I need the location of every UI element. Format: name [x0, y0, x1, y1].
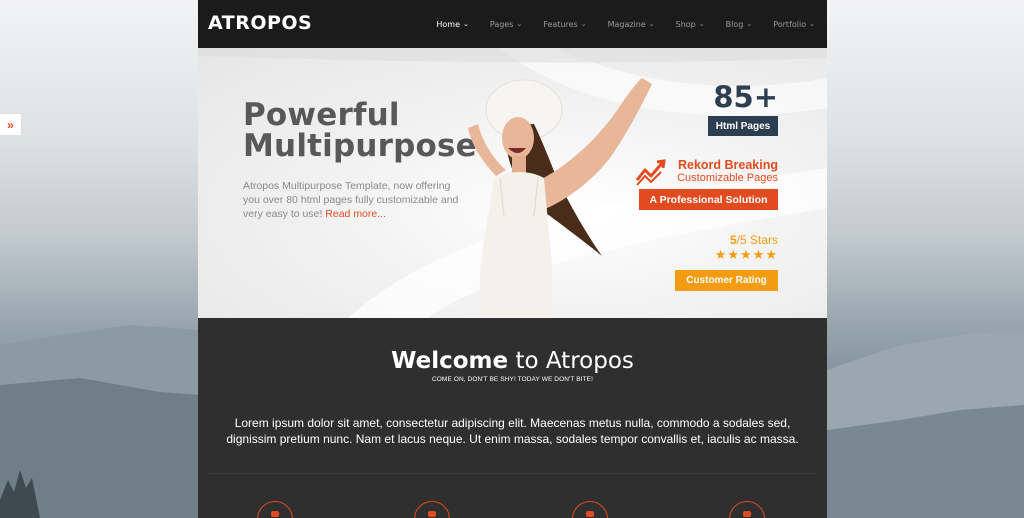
pages-count: 85+: [713, 80, 778, 114]
chevron-down-icon: ⌄: [462, 20, 469, 28]
rekord-title: Rekord Breaking: [677, 158, 778, 172]
briefcase-icon[interactable]: [572, 501, 608, 518]
hero-slider: Powerful Multipurpose Atropos Multipurpo…: [198, 48, 827, 318]
chevron-down-icon: ⌄: [698, 20, 705, 28]
page-container: ATROPOS Home ⌄ Pages ⌄ Features ⌄ Magazine ⌄…: [198, 0, 827, 518]
nav-item-pages[interactable]: Pages ⌄: [490, 20, 522, 29]
trend-chart-icon: [635, 159, 666, 186]
nav-item-blog[interactable]: Blog ⌄: [726, 20, 753, 29]
hero-description: Atropos Multipurpose Template, now offer…: [243, 180, 459, 220]
customer-rating-badge: Customer Rating: [675, 270, 778, 291]
chevron-down-icon: ⌄: [580, 20, 587, 28]
nav-item-features[interactable]: Features ⌄: [543, 20, 586, 29]
chevron-down-icon: ⌄: [809, 20, 815, 28]
nav-item-shop[interactable]: Shop ⌄: [676, 20, 705, 29]
welcome-text: Lorem ipsum dolor sit amet, consectetur …: [226, 416, 799, 446]
main-nav: Home ⌄ Pages ⌄ Features ⌄ Magazine ⌄ Shop ⌄ B…: [415, 0, 815, 48]
chevron-down-icon: ⌄: [746, 20, 753, 28]
read-more-link[interactable]: Read more...: [325, 208, 386, 220]
site-header: ATROPOS Home ⌄ Pages ⌄ Features ⌄ Magazine ⌄…: [198, 0, 827, 48]
nav-item-home[interactable]: Home ⌄: [436, 20, 469, 29]
nav-item-portfolio[interactable]: Portfolio ⌄: [773, 20, 815, 29]
mobile-icon[interactable]: [414, 501, 450, 518]
rekord-subtitle: Customizable Pages: [677, 172, 778, 184]
html-pages-badge: Html Pages: [708, 116, 778, 136]
welcome-section: Welcome to Atropos COME ON, DON'T BE SHY…: [198, 318, 827, 518]
stars-score: 5/5 Stars: [729, 233, 778, 247]
gears-icon[interactable]: [729, 501, 765, 518]
chevron-down-icon: ⌄: [648, 20, 655, 28]
logo[interactable]: ATROPOS: [208, 12, 312, 34]
section-divider: [208, 473, 817, 474]
users-icon[interactable]: [257, 501, 293, 518]
welcome-title: Welcome to Atropos: [391, 348, 634, 374]
nav-item-magazine[interactable]: Magazine ⌄: [608, 20, 655, 29]
side-panel-toggle[interactable]: »: [0, 113, 22, 136]
professional-solution-badge: A Professional Solution: [639, 189, 778, 210]
star-rating-icon: ★★★★★: [714, 248, 778, 263]
chevron-down-icon: ⌄: [516, 20, 523, 28]
welcome-subtitle: COME ON, DON'T BE SHY! TODAY WE DON'T BI…: [431, 376, 593, 383]
